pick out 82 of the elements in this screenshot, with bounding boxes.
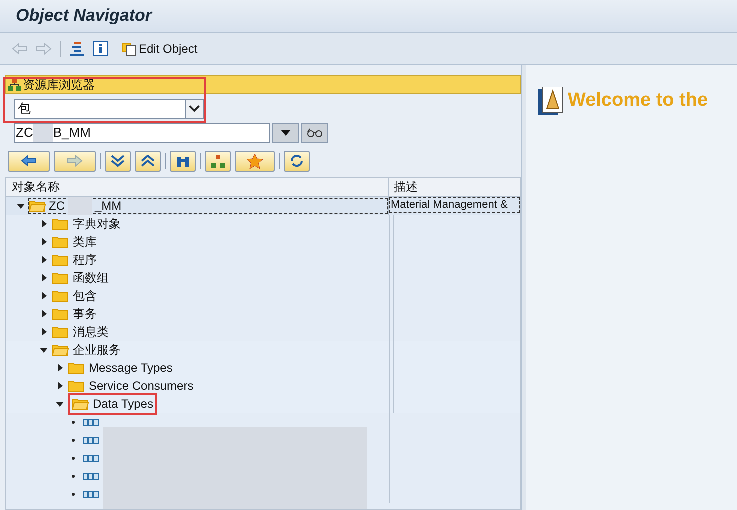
structure-icon — [83, 418, 99, 426]
info-icon[interactable] — [93, 41, 108, 56]
document-icon — [122, 41, 137, 56]
open-folder-icon — [29, 200, 46, 212]
tree-node-label[interactable]: 函数组 — [73, 269, 109, 287]
glasses-icon — [306, 128, 322, 138]
favorites-button[interactable] — [235, 150, 275, 172]
refresh-icon — [290, 154, 304, 168]
tree-node-label[interactable]: 企业服务 — [73, 341, 121, 359]
tree-node-label[interactable]: 事务 — [73, 305, 97, 323]
bullet-icon — [72, 492, 75, 496]
panel-title: 资源库浏览器 — [23, 76, 95, 94]
dropdown-button[interactable] — [272, 123, 299, 143]
redaction-mosaic — [33, 124, 54, 142]
forward-button[interactable] — [54, 150, 96, 172]
expand-arrow-icon[interactable] — [40, 256, 48, 264]
bullet-icon — [72, 456, 75, 460]
expand-arrow-icon[interactable] — [40, 220, 48, 228]
tree-node-label[interactable]: Message Types — [89, 359, 173, 377]
folder-icon — [68, 362, 85, 374]
edit-object-button[interactable]: Edit Object — [122, 40, 198, 58]
column-header[interactable]: 对象名称 — [6, 178, 389, 196]
find-button[interactable] — [170, 150, 196, 172]
folder-icon — [52, 218, 69, 230]
structure-icon — [83, 454, 99, 462]
folder-icon — [68, 380, 85, 392]
object-type-dropdown[interactable]: 包 — [14, 99, 204, 119]
column-header[interactable]: 描述 — [389, 178, 418, 196]
folder-icon — [52, 290, 69, 302]
description-cell: Material Management & — [389, 197, 520, 213]
display-button[interactable] — [301, 123, 328, 143]
tree-node-label[interactable]: 类库 — [73, 233, 97, 251]
folder-icon — [52, 326, 69, 338]
star-icon — [247, 154, 263, 168]
object-name-field[interactable]: ZC B_MM — [14, 123, 270, 143]
folder-icon — [52, 308, 69, 320]
structure-icon — [83, 490, 99, 498]
caret-icon — [280, 130, 290, 136]
double-chevron-down-icon — [111, 155, 125, 167]
right-arrow-icon — [67, 155, 83, 167]
left-arrow-icon — [21, 155, 37, 167]
back-button[interactable] — [8, 150, 50, 172]
folder-icon — [52, 236, 69, 248]
tree-node-label: ZC — [49, 198, 65, 215]
selected-row[interactable]: ZC _MM — [28, 198, 388, 214]
collapse-arrow-icon[interactable] — [56, 400, 64, 408]
collapse-all-button[interactable] — [135, 150, 161, 172]
field-text: ZC — [16, 124, 34, 142]
tree-node-label[interactable]: 程序 — [73, 251, 97, 269]
chevron-down-icon — [185, 100, 203, 118]
tree-node-label[interactable]: 包含 — [73, 287, 97, 305]
expand-arrow-icon[interactable] — [40, 310, 48, 318]
folder-icon — [52, 272, 69, 284]
hierarchy-button[interactable] — [205, 150, 231, 172]
expand-arrow-icon[interactable] — [40, 292, 48, 300]
expand-arrow-icon[interactable] — [56, 364, 64, 372]
tree-node-label[interactable]: Data Types — [93, 395, 154, 413]
welcome-title: Welcome to the — [568, 89, 708, 113]
structure-icon — [83, 472, 99, 480]
double-chevron-up-icon — [141, 155, 155, 167]
bullet-icon — [72, 438, 75, 442]
bullet-icon — [72, 474, 75, 478]
refresh-button[interactable] — [284, 150, 310, 172]
tree-node-label: _MM — [95, 198, 122, 215]
expand-arrow-icon[interactable] — [40, 274, 48, 282]
tree-node-label[interactable]: 字典对象 — [73, 215, 121, 233]
collapse-arrow-icon[interactable] — [17, 202, 25, 210]
bullet-icon — [72, 420, 75, 424]
expand-arrow-icon[interactable] — [56, 382, 64, 390]
expand-arrow-icon[interactable] — [40, 328, 48, 336]
window-title: Object Navigator — [16, 5, 152, 28]
expand-arrow-icon[interactable] — [40, 238, 48, 246]
folder-icon — [52, 254, 69, 266]
expand-all-button[interactable] — [105, 150, 131, 172]
open-folder-icon — [52, 344, 69, 356]
traffic-cone-icon — [538, 87, 564, 116]
structure-icon — [83, 436, 99, 444]
open-folder-icon — [72, 398, 89, 410]
collapse-arrow-icon[interactable] — [40, 346, 48, 354]
tree-node-label[interactable]: Service Consumers — [89, 377, 194, 395]
field-text: B_MM — [53, 124, 91, 142]
tree-node-label[interactable]: 消息类 — [73, 323, 109, 341]
